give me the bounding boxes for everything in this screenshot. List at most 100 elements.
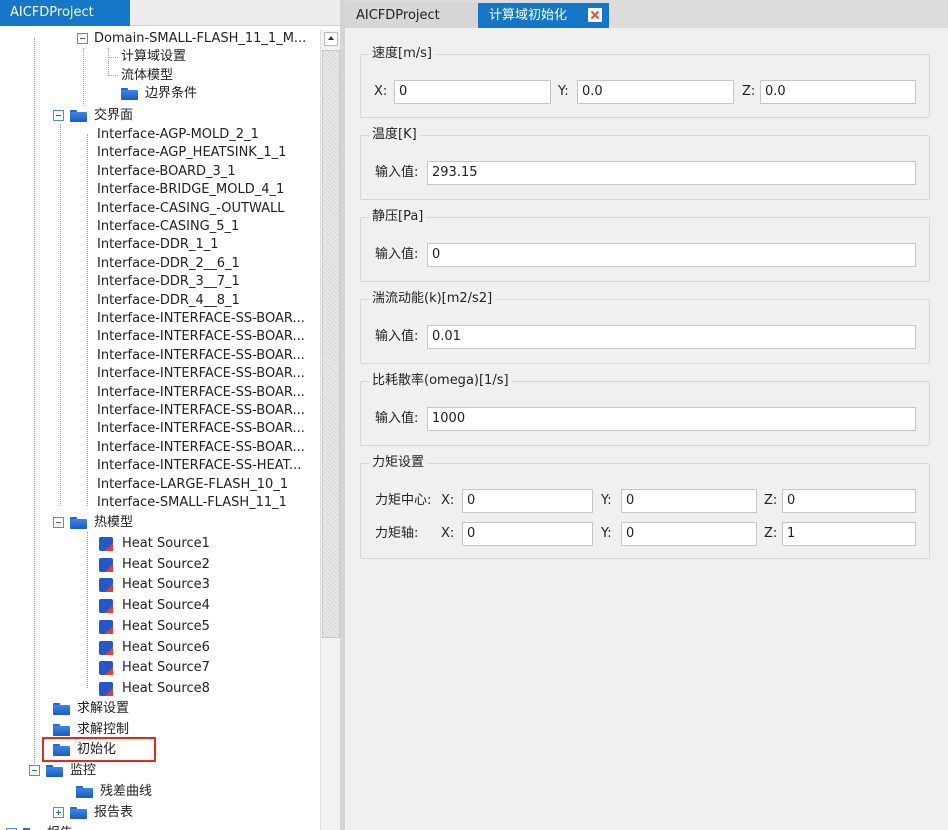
velocity-x-input[interactable]: 0 — [394, 80, 551, 104]
tree-node-label: Interface-AGP-MOLD_2_1 — [97, 127, 259, 142]
heat-source-icon — [99, 619, 113, 634]
velocity-y-input[interactable]: 0.0 — [577, 80, 734, 104]
tree-node-label: Heat Source5 — [122, 618, 210, 634]
tree-node-label: Interface-DDR_1_1 — [97, 237, 219, 253]
tree-node-label: Interface-DDR_2__6_1 — [97, 255, 240, 271]
tree-node-label: Interface-INTERFACE-SS-BOAR... — [97, 384, 305, 400]
tree-node-label: Interface-DDR_3__7_1 — [97, 274, 240, 290]
tree-node-label: Interface-AGP_HEATSINK_1_1 — [97, 145, 287, 161]
scroll-thumb[interactable] — [322, 50, 340, 638]
tree-node-label: Domain-SMALL-FLASH_11_1_M... — [94, 31, 307, 46]
tree-node-label: Interface-INTERFACE-SS-HEAT... — [97, 458, 302, 474]
tree-node-label: 残差曲线 — [100, 784, 153, 799]
heat-source-icon — [99, 578, 113, 593]
temperature-title: 温度[K] — [369, 127, 420, 143]
expand-icon[interactable] — [53, 807, 64, 818]
tree-node-label: Interface-LARGE-FLASH_10_1 — [97, 476, 289, 492]
tree-scrollbar[interactable] — [320, 30, 341, 830]
tree-node-label: Heat Source4 — [122, 598, 210, 614]
torque-center-z-label: Z: — [764, 493, 778, 508]
init-panel: AICFDProject 计算域初始化 速度[m/s] X: 0 Y: 0.0 … — [345, 0, 948, 830]
folder-icon — [76, 786, 93, 798]
velocity-x-label: X: — [374, 84, 388, 99]
tree-node-label: Interface-INTERFACE-SS-BOAR... — [97, 403, 305, 418]
tree-node-label: Interface-SMALL-FLASH_11_1 — [97, 495, 287, 510]
tke-group: 湍流动能(k)[m2/s2] 输入值: 0.01 — [360, 291, 930, 364]
tree-node-label: 求解设置 — [77, 701, 130, 716]
tree-node-label: 报告表 — [94, 805, 134, 820]
omega-label: 输入值: — [375, 411, 419, 426]
tree-node-label: Heat Source7 — [122, 660, 210, 676]
torque-group: 力矩设置 力矩中心: X: 0 Y: 0 Z: 0 力矩轴: X: 0 Y: 0… — [360, 455, 930, 559]
tree-node-label: Interface-INTERFACE-SS-BOAR... — [97, 311, 305, 326]
tree-node-label: Interface-BOARD_3_1 — [97, 163, 236, 179]
tree-node-label: Interface-CASING_-OUTWALL — [97, 200, 285, 216]
torque-center-y-label: Y: — [601, 493, 612, 508]
tke-label: 输入值: — [375, 329, 419, 344]
torque-center-x-input[interactable]: 0 — [462, 489, 593, 513]
collapse-icon[interactable] — [53, 110, 64, 121]
tke-title: 湍流动能(k)[m2/s2] — [369, 291, 496, 307]
omega-input[interactable]: 1000 — [427, 407, 916, 431]
velocity-z-label: Z: — [742, 84, 756, 99]
temperature-group: 温度[K] 输入值: 293.15 — [360, 127, 930, 200]
folder-icon — [121, 88, 138, 100]
omega-title: 比耗散率(omega)[1/s] — [369, 373, 512, 389]
torque-axis-y-input[interactable]: 0 — [621, 522, 757, 546]
project-tree-pane: AICFDProject Domain-SMALL-FLASH_11_1_M..… — [0, 0, 343, 830]
heat-source-icon — [99, 599, 113, 614]
velocity-title: 速度[m/s] — [369, 46, 435, 62]
heat-source-icon — [99, 640, 113, 655]
torque-axis-y-label: Y: — [601, 526, 612, 541]
folder-icon — [46, 765, 63, 777]
scroll-up-arrow-icon[interactable] — [324, 32, 338, 46]
folder-icon — [53, 703, 70, 715]
torque-axis-z-input[interactable]: 1 — [782, 522, 916, 546]
tab-domain-init[interactable]: 计算域初始化 — [478, 3, 609, 28]
pressure-title: 静压[Pa] — [369, 209, 427, 225]
collapse-icon[interactable] — [77, 33, 88, 44]
tree-node-label: 热模型 — [94, 515, 134, 530]
tab-domain-init-label: 计算域初始化 — [489, 8, 568, 23]
torque-axis-x-input[interactable]: 0 — [462, 522, 593, 546]
folder-icon — [70, 517, 87, 529]
velocity-z-input[interactable]: 0.0 — [760, 80, 916, 104]
tab-project[interactable]: AICFDProject — [345, 3, 478, 28]
tree-node-label: Interface-INTERFACE-SS-BOAR... — [97, 329, 305, 345]
tree-node-label: 边界条件 — [145, 86, 198, 101]
torque-center-label: 力矩中心: — [375, 493, 432, 508]
close-icon[interactable] — [588, 8, 602, 22]
tree-node-label: Heat Source2 — [122, 556, 210, 572]
heat-source-icon — [99, 681, 113, 696]
tree-node-label: 流体模型 — [121, 67, 174, 83]
tke-input[interactable]: 0.01 — [427, 325, 916, 349]
tree-node-label: Interface-INTERFACE-SS-BOAR... — [97, 421, 305, 437]
project-tree: Domain-SMALL-FLASH_11_1_M... 计算域设置流体模型边界条… — [0, 28, 320, 830]
tree-node-label: Heat Source6 — [122, 639, 210, 655]
torque-center-y-input[interactable]: 0 — [621, 489, 757, 513]
heat-source-icon — [99, 537, 113, 551]
collapse-icon[interactable] — [29, 765, 40, 776]
tree-node-label: 交界面 — [94, 108, 134, 123]
pressure-input[interactable]: 0 — [427, 243, 916, 267]
tree-node-label: 监控 — [70, 763, 97, 778]
left-tab-strip — [130, 0, 343, 26]
project-tab[interactable]: AICFDProject — [0, 0, 130, 26]
collapse-icon[interactable] — [53, 517, 64, 528]
omega-group: 比耗散率(omega)[1/s] 输入值: 1000 — [360, 373, 930, 446]
folder-icon — [70, 110, 87, 122]
tree-node-label: Interface-DDR_4__8_1 — [97, 292, 240, 308]
torque-title: 力矩设置 — [369, 455, 428, 471]
torque-center-z-input[interactable]: 0 — [782, 489, 916, 513]
torque-center-x-label: X: — [441, 493, 455, 508]
torque-axis-z-label: Z: — [764, 526, 778, 541]
folder-icon — [70, 807, 87, 819]
tree-node-label: Interface-INTERFACE-SS-BOAR... — [97, 347, 305, 363]
temperature-input[interactable]: 293.15 — [427, 161, 916, 185]
tree-node-label: 计算域设置 — [121, 49, 187, 64]
folder-icon — [53, 724, 70, 736]
tree-node-label: Heat Source1 — [122, 536, 210, 551]
heat-source-icon — [99, 661, 113, 676]
tree-node-label: 报告 — [47, 825, 73, 830]
tree-node-label: Interface-INTERFACE-SS-BOAR... — [97, 439, 305, 455]
